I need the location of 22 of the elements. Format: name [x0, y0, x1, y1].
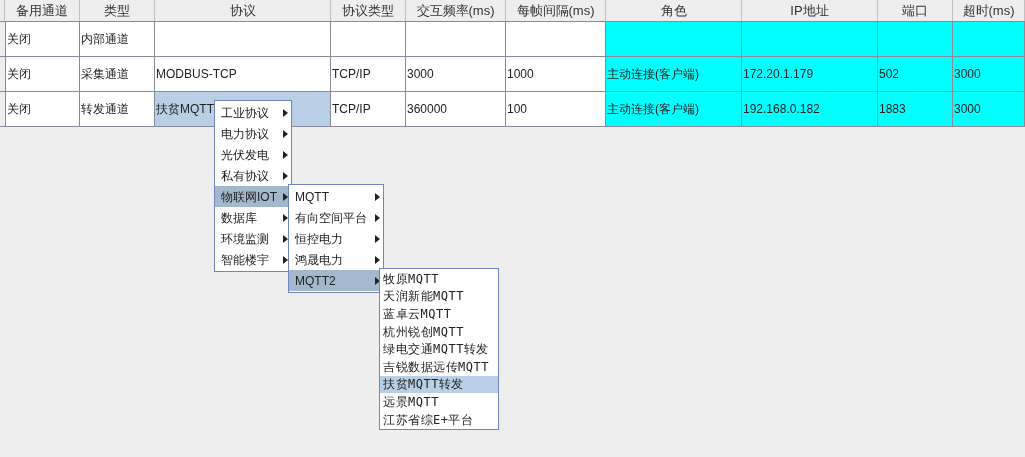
table-cell: MODBUS-TCP — [155, 57, 331, 91]
table-cell: 1883 — [878, 92, 953, 126]
table-cell: 转发通道 — [80, 92, 155, 126]
table-cell: TCP/IP — [331, 57, 406, 91]
table-cell: 关闭 — [5, 22, 80, 56]
table-cell: 100 — [506, 92, 606, 126]
table-cell: 192.168.0.182 — [742, 92, 878, 126]
menu-item[interactable]: 物联网IOT — [215, 186, 291, 207]
table-cell: 关闭 — [5, 92, 80, 126]
table-cell: 3000 — [953, 92, 1025, 126]
table-cell: 采集通道 — [80, 57, 155, 91]
table-cell: 172.20.1.179 — [742, 57, 878, 91]
table-cell: 主动连接(客户端) — [606, 57, 742, 91]
table-cell: 3000 — [406, 57, 506, 91]
table-cell: TCP/IP — [331, 92, 406, 126]
table-cell: 360000 — [406, 92, 506, 126]
table-cell: 主动连接(客户端) — [606, 92, 742, 126]
table-cell: 502 — [878, 57, 953, 91]
table-cell: 1000 — [506, 57, 606, 91]
table-cell: 3000 — [953, 57, 1025, 91]
table-cell: 内部通道 — [80, 22, 155, 56]
table-cell: 关闭 — [5, 57, 80, 91]
